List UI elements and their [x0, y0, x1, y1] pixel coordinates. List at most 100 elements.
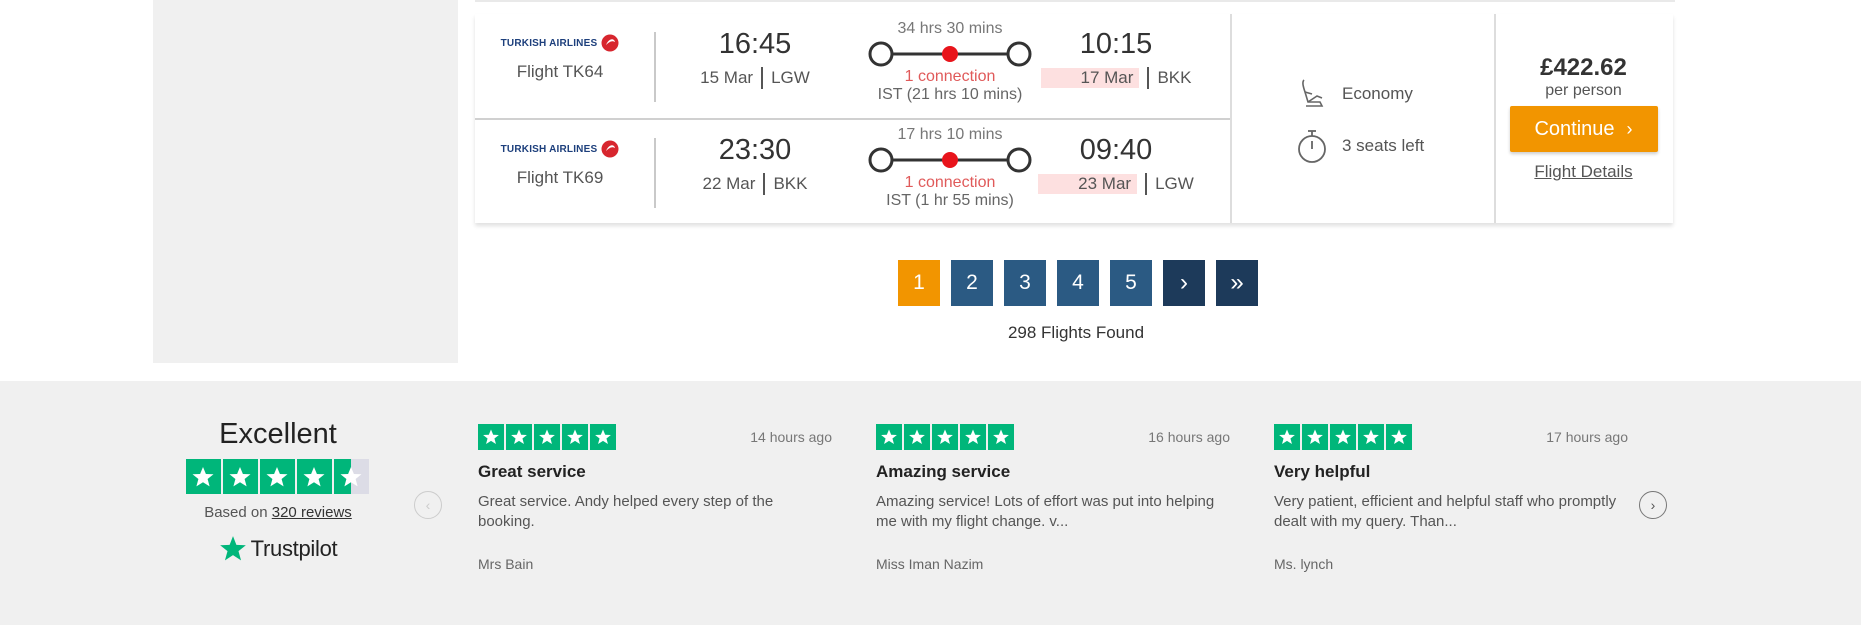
chevron-right-icon: ›: [1650, 497, 1656, 513]
half-star-icon: [333, 459, 369, 494]
star-icon: [988, 424, 1014, 450]
page-1-button[interactable]: 1: [898, 260, 940, 306]
star-icon: [1274, 424, 1300, 450]
origin-dot-icon: [868, 147, 894, 173]
trustpilot-stars: [178, 459, 378, 494]
trustpilot-summary: Excellent Based on 320 reviews Trustpilo…: [178, 418, 378, 563]
review-body: Great service. Andy helped every step of…: [478, 493, 774, 530]
chevron-right-icon: ›: [1626, 118, 1633, 139]
star-icon: [185, 459, 221, 494]
page-5-button[interactable]: 5: [1110, 260, 1152, 306]
star-icon: [534, 424, 560, 450]
arrival-airport: BKK: [1157, 68, 1192, 87]
star-icon: [222, 459, 258, 494]
review-stars: [478, 424, 618, 450]
pagination: 1 2 3 4 5 › »: [898, 260, 1269, 306]
separator: [1145, 173, 1148, 195]
flight-duration: 34 hrs 30 mins: [897, 20, 1003, 37]
route-block: 17 hrs 10 mins 1 connection IST (1 hr 55…: [855, 126, 1045, 210]
page-4-button[interactable]: 4: [1057, 260, 1099, 306]
star-icon: [1302, 424, 1328, 450]
review-title[interactable]: Great service: [478, 462, 832, 482]
flight-number: Flight TK64: [516, 62, 604, 81]
reviews-next-button[interactable]: ›: [1639, 491, 1667, 519]
chevron-left-icon: ‹: [425, 497, 431, 513]
seats-left: 3 seats left: [1342, 136, 1425, 155]
seats-row: 3 seats left: [1292, 126, 1424, 166]
page-3-button[interactable]: 3: [1004, 260, 1046, 306]
star-icon: [1386, 424, 1412, 450]
outbound-leg: TURKISH AIRLINES Flight TK64 16:45 15 Ma…: [475, 14, 1230, 118]
star-icon: [904, 424, 930, 450]
review-timestamp: 16 hours ago: [1148, 429, 1230, 445]
arrival-date: 23 Mar: [1038, 174, 1138, 194]
arrival-block: 09:40 23 Mar LGW: [1031, 134, 1201, 195]
departure-date: 15 Mar: [700, 68, 754, 87]
price-amount: £422.62: [1540, 54, 1627, 81]
flight-result-card: TURKISH AIRLINES Flight TK64 16:45 15 Ma…: [475, 14, 1673, 223]
departure-time: 23:30: [718, 134, 792, 166]
flight-number: Flight TK69: [516, 168, 604, 187]
departure-block: 16:45 15 Mar LGW: [685, 28, 825, 89]
cabin-info: Economy 3 seats left: [1230, 14, 1496, 223]
review-title[interactable]: Amazing service: [876, 462, 1230, 482]
departure-time: 16:45: [718, 28, 792, 60]
arrival-airport: LGW: [1155, 174, 1194, 193]
origin-dot-icon: [868, 41, 894, 67]
star-icon: [1358, 424, 1384, 450]
airline-block: TURKISH AIRLINES Flight TK69: [495, 138, 625, 188]
star-icon: [478, 424, 504, 450]
separator: [1147, 67, 1150, 89]
review-card: 14 hours ago Great service Great service…: [478, 424, 832, 572]
arrival-block: 10:15 17 Mar BKK: [1031, 28, 1201, 89]
page-2-button[interactable]: 2: [951, 260, 993, 306]
cabin-class: Economy: [1342, 84, 1413, 103]
route-block: 34 hrs 30 mins 1 connection IST (21 hrs …: [855, 20, 1045, 104]
continue-label: Continue: [1534, 117, 1615, 140]
divider: [654, 32, 656, 102]
stopwatch-icon: [1298, 130, 1326, 163]
trustpilot-logo[interactable]: Trustpilot: [178, 535, 378, 563]
star-icon: [876, 424, 902, 450]
star-icon: [1330, 424, 1356, 450]
airline-logo: TURKISH AIRLINES: [495, 138, 625, 160]
price-block: £422.62 per person Continue › Flight Det…: [1494, 14, 1673, 223]
review-card: 16 hours ago Amazing service Amazing ser…: [876, 424, 1230, 572]
price-unit: per person: [1545, 82, 1622, 99]
continue-button[interactable]: Continue ›: [1509, 106, 1658, 152]
next-page-button[interactable]: ›: [1163, 260, 1205, 306]
arrival-time: 09:40: [1079, 134, 1153, 166]
departure-airport: BKK: [773, 174, 808, 193]
review-author: Miss Iman Nazim: [876, 556, 984, 572]
star-icon: [506, 424, 532, 450]
flight-details-link[interactable]: Flight Details: [1494, 162, 1673, 182]
top-divider: [475, 0, 1675, 2]
stop-dot-icon: [942, 152, 958, 168]
review-timestamp: 14 hours ago: [750, 429, 832, 445]
last-page-button[interactable]: »: [1216, 260, 1258, 306]
trustpilot-wordmark: Trustpilot: [250, 536, 338, 561]
route-line: [855, 40, 1045, 68]
reviews-count-link[interactable]: 320 reviews: [272, 504, 352, 521]
sidebar-panel: [153, 0, 458, 363]
review-author: Mrs Bain: [478, 556, 534, 572]
review-title[interactable]: Very helpful: [1274, 462, 1628, 482]
cabin-class-row: Economy: [1292, 74, 1413, 114]
arrival-time: 10:15: [1079, 28, 1153, 60]
results-count: 298 Flights Found: [1007, 323, 1145, 342]
star-icon: [590, 424, 616, 450]
star-icon: [259, 459, 295, 494]
reviews-prev-button[interactable]: ‹: [414, 491, 442, 519]
connection-count: 1 connection: [904, 68, 996, 85]
arrival-date: 17 Mar: [1040, 68, 1140, 88]
departure-date: 22 Mar: [702, 174, 756, 193]
star-icon: [960, 424, 986, 450]
star-icon: [562, 424, 588, 450]
departure-block: 23:30 22 Mar BKK: [685, 134, 825, 195]
star-icon: [296, 459, 332, 494]
airline-name: TURKISH AIRLINES: [500, 37, 598, 49]
review-body: Very patient, efficient and helpful staf…: [1274, 493, 1617, 530]
destination-dot-icon: [1006, 147, 1032, 173]
review-author: Ms. lynch: [1274, 556, 1334, 572]
review-stars: [876, 424, 1016, 450]
